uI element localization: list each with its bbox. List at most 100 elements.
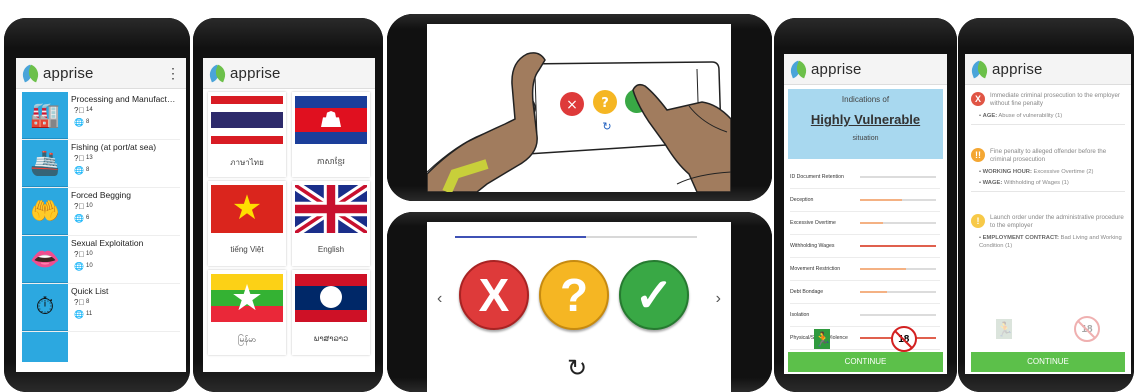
language-card-lao[interactable]: ພາສາລາວ xyxy=(292,270,370,355)
language-name: tiếng Việt xyxy=(230,245,264,254)
united-kingdom-flag-icon xyxy=(295,185,367,233)
globe-icon: 🌐 xyxy=(74,165,84,175)
question-circle-icon: ?⃝ xyxy=(74,153,85,163)
indicator-label: Isolation xyxy=(790,312,810,318)
svg-text:↻: ↻ xyxy=(602,120,611,133)
question-count: 14 xyxy=(86,107,93,113)
symbol-row: 🏃 18 xyxy=(784,326,947,352)
stopwatch-icon: ⏱ xyxy=(22,284,68,331)
language-card-english[interactable]: English xyxy=(292,181,370,266)
app-name: apprise xyxy=(811,60,862,78)
action-description: Launch order under the administrative pr… xyxy=(990,214,1124,229)
answer-no-button[interactable]: X xyxy=(459,260,529,330)
myanmar-flag-icon xyxy=(211,274,283,322)
action-item-value: Abuse of vulnerability (1) xyxy=(997,113,1063,119)
action-item-value: Excessive Overtime (2) xyxy=(1031,169,1094,175)
indicator-bar xyxy=(860,245,936,247)
indicator-bar xyxy=(860,222,936,224)
categories-screen: apprise ⋮ 🏭 Processing and Manufacturi..… xyxy=(16,58,186,372)
category-title: Sexual Exploitation xyxy=(71,238,144,248)
indicator-label: Deception xyxy=(790,197,814,203)
indicator-bar xyxy=(860,291,936,293)
question-count: 13 xyxy=(86,155,93,161)
globe-icon: 🌐 xyxy=(74,309,84,319)
kebab-icon[interactable]: ⋮ xyxy=(166,64,180,82)
answer-yes-button[interactable]: ✓ xyxy=(619,260,689,330)
language-card-burmese[interactable]: မြန်မာ xyxy=(208,270,286,355)
action-description: Fine penalty to alleged offender before … xyxy=(990,148,1107,163)
ship-icon: 🚢 xyxy=(22,140,68,187)
action-item-key: AGE: xyxy=(982,113,998,119)
apprise-logo-icon xyxy=(787,60,810,79)
category-title: Processing and Manufacturi... xyxy=(71,94,180,104)
action-item: WAGE: Withholding of Wages (1) xyxy=(971,179,1125,187)
indicator-label: Excessive Overtime xyxy=(790,220,836,226)
phone-frame-answers: ‹ › X ? ✓ ↻ xyxy=(387,212,772,392)
category-item[interactable]: 🤲 Forced Begging ?⃝ 10 🌐 6 xyxy=(22,188,180,236)
action-item-key: WORKING HOUR: xyxy=(982,169,1032,175)
indicator-bar-fill xyxy=(860,222,883,224)
indicator-row: Excessive Overtime xyxy=(790,212,940,235)
lips-icon: 👄 xyxy=(22,236,68,283)
language-count: 10 xyxy=(86,263,93,269)
category-item[interactable]: ⏱ Quick List ?⃝ 8 🌐 11 xyxy=(22,284,180,332)
action-item: AGE: Abuse of vulnerability (1) xyxy=(971,112,1125,120)
indications-heading: Indications of xyxy=(841,95,890,104)
vulnerability-level: Highly Vulnerable xyxy=(810,112,921,127)
language-name: မြန်မာ xyxy=(238,335,256,344)
action-item-value: Withholding of Wages (1) xyxy=(1002,180,1069,186)
phone-frame-categories: apprise ⋮ 🏭 Processing and Manufacturi..… xyxy=(4,18,190,392)
language-name: ພາສາລາວ xyxy=(313,334,349,343)
globe-icon: 🌐 xyxy=(74,117,84,127)
app-name: apprise xyxy=(43,64,94,82)
exit-sign-icon: 🏃 xyxy=(814,329,832,349)
language-count: 8 xyxy=(86,167,90,173)
category-item[interactable]: 🚢 Fishing (at port/at sea) ?⃝ 13 🌐 8 xyxy=(22,140,180,188)
no-x-icon: X xyxy=(478,269,510,321)
app-header: apprise xyxy=(784,54,947,85)
question-count: 10 xyxy=(86,251,93,257)
language-card-thai[interactable]: ภาษาไทย xyxy=(208,92,286,177)
question-count: 8 xyxy=(86,299,90,305)
action-group: !! Fine penalty to alleged offender befo… xyxy=(971,146,1125,196)
indicator-bar xyxy=(860,176,936,178)
language-card-khmer[interactable]: ភាសាខ្មែរ xyxy=(292,92,370,177)
phone-frame-actions: apprise X Immediate criminal prosecution… xyxy=(958,18,1134,392)
factory-icon: 🏭 xyxy=(22,92,68,139)
indicator-bar xyxy=(860,268,936,270)
question-circle-icon: ?⃝ xyxy=(74,249,85,259)
continue-button[interactable]: CONTINUE xyxy=(971,352,1125,372)
fine-warning-icon: !! xyxy=(971,148,985,162)
action-description: Immediate criminal prosecution to the em… xyxy=(990,92,1120,107)
vietnam-flag-icon xyxy=(211,185,283,233)
begging-hand-icon: 🤲 xyxy=(22,188,68,235)
category-title: Quick List xyxy=(71,286,109,296)
answer-maybe-button[interactable]: ? xyxy=(539,260,609,330)
indicator-row: Deception xyxy=(790,189,940,212)
indicator-row: Withholding Wages xyxy=(790,235,940,258)
language-count: 11 xyxy=(86,311,93,317)
continue-button[interactable]: CONTINUE xyxy=(788,352,943,372)
action-item: EMPLOYMENT CONTRACT: Bad Living and Work… xyxy=(971,234,1125,250)
languages-screen: apprise ภาษาไทย ភាសាខ្មែរ tiếng Việt xyxy=(203,58,375,372)
category-item[interactable]: 🏭 Processing and Manufacturi... ?⃝ 14 🌐 8 xyxy=(22,92,180,140)
exit-sign-icon: 🏃 xyxy=(996,319,1014,339)
answers-screen: ‹ › X ? ✓ ↻ xyxy=(427,222,731,392)
hands-holding-phone-illustration: × ? ↻ xyxy=(427,52,731,192)
svg-text:?: ? xyxy=(601,96,609,111)
category-list-end xyxy=(22,332,180,362)
category-item[interactable]: 👄 Sexual Exploitation ?⃝ 10 🌐 10 xyxy=(22,236,180,284)
indicator-row: ID Document Retention xyxy=(790,166,940,189)
language-count: 8 xyxy=(86,119,90,125)
refresh-icon[interactable]: ↻ xyxy=(567,354,587,383)
action-item-key: WAGE: xyxy=(982,180,1003,186)
indicator-label: Withholding Wages xyxy=(790,243,835,249)
phone-frame-languages: apprise ภาษาไทย ភាសាខ្មែរ tiếng Việt xyxy=(193,18,383,392)
chevron-left-icon[interactable]: ‹ xyxy=(437,290,442,308)
action-item: WORKING HOUR: Excessive Overtime (2) xyxy=(971,168,1125,176)
language-card-vietnamese[interactable]: tiếng Việt xyxy=(208,181,286,266)
question-circle-icon: ?⃝ xyxy=(74,297,85,307)
divider xyxy=(971,191,1125,192)
age-restriction-label: 18 xyxy=(898,333,910,345)
chevron-right-icon[interactable]: › xyxy=(716,290,721,308)
